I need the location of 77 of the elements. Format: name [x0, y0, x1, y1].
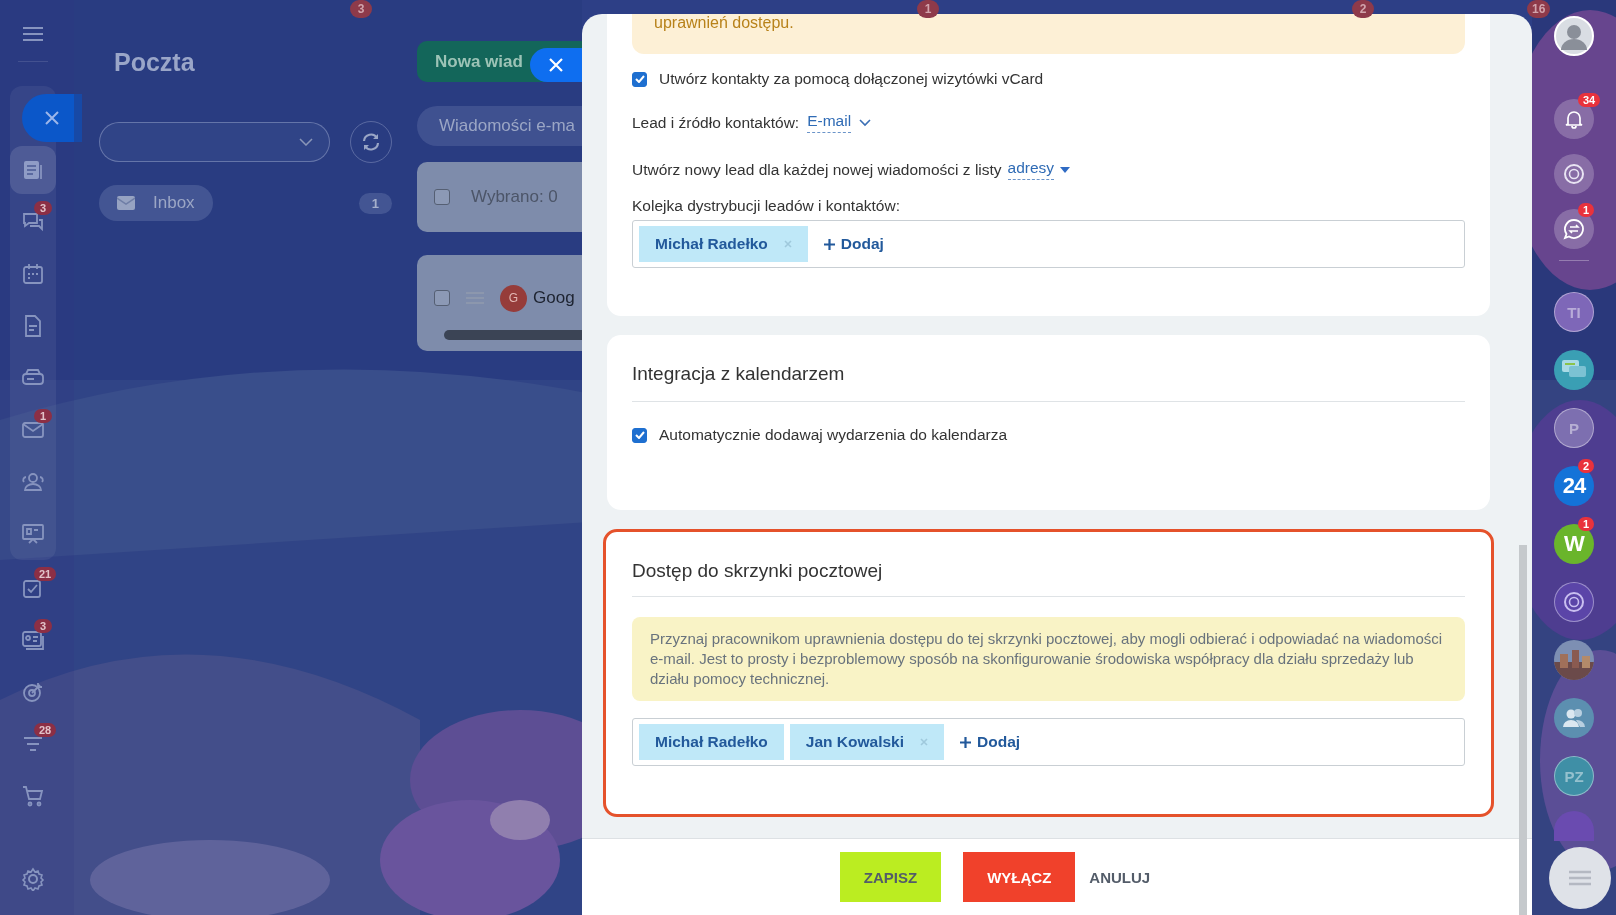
- scrollbar-thumb[interactable]: [1519, 545, 1527, 915]
- notification-badge: 3: [34, 201, 52, 215]
- checkbox[interactable]: [434, 290, 450, 306]
- horizontal-scrollbar[interactable]: [444, 329, 582, 340]
- sender-name: Goog: [533, 288, 575, 308]
- card-icon: [21, 628, 45, 652]
- feed-icon: [21, 158, 45, 182]
- field-label: Utwórz nowy lead dla każdej nowej wiadomości z listy: [632, 160, 1002, 179]
- notification-badge: 1: [34, 409, 52, 423]
- section-title: Dostęp do skrzynki pocztowej: [632, 560, 884, 582]
- section-title: Integracja z kalendarzem: [632, 363, 846, 385]
- inbox-folder[interactable]: Inbox: [99, 185, 213, 221]
- field-label: Lead i źródło kontaktów:: [632, 113, 800, 132]
- assistant-button[interactable]: [1554, 153, 1594, 194]
- checkbox[interactable]: [632, 427, 647, 443]
- cart-icon: [21, 784, 45, 808]
- checkbox-label: Automatycznie dodawaj wydarzenia do kalendarza: [659, 426, 1008, 444]
- selected-count: Wybrano: 0: [471, 187, 558, 207]
- chat-icon: [1563, 217, 1585, 240]
- mailbox-dropdown[interactable]: [99, 122, 330, 162]
- notification-badge: 3: [34, 619, 52, 633]
- checkbox[interactable]: [434, 189, 450, 205]
- nav-item[interactable]: 28: [10, 720, 56, 768]
- disable-button[interactable]: WYŁĄCZ: [963, 852, 1076, 902]
- plus-icon: [960, 736, 972, 748]
- warning-notice: uprawnień dostępu.: [632, 14, 1465, 54]
- notification-badge: 34: [1578, 93, 1601, 107]
- user-selector-field[interactable]: Michał Radełko Dodaj: [632, 220, 1465, 268]
- caret-down-icon: [1060, 166, 1071, 173]
- board-icon: [21, 522, 45, 546]
- nav-item[interactable]: 21: [10, 564, 56, 612]
- refresh-icon: [361, 132, 381, 152]
- people-icon: [1562, 708, 1586, 728]
- list-dropdown[interactable]: adresy: [1007, 159, 1055, 180]
- checkbox[interactable]: [632, 71, 647, 87]
- user-avatar[interactable]: [1554, 15, 1594, 56]
- chevron-down-icon: [299, 138, 313, 146]
- user-selector-field[interactable]: Michał Radełko Jan Kowalski Dodaj: [632, 718, 1465, 766]
- swirl-icon: [1563, 162, 1585, 185]
- nav-item[interactable]: 3: [10, 616, 56, 664]
- contacts-icon: [21, 470, 45, 494]
- nav-item[interactable]: 1: [10, 406, 56, 454]
- menu-icon[interactable]: [22, 26, 44, 42]
- notification-badge: 28: [34, 723, 57, 737]
- save-button[interactable]: ZAPISZ: [839, 852, 942, 902]
- nav-item[interactable]: 3: [10, 198, 56, 246]
- target-icon: [21, 680, 45, 704]
- user-tag[interactable]: Michał Radełko: [639, 724, 784, 760]
- bell-icon: [1564, 108, 1584, 129]
- cancel-button[interactable]: ANULUJ: [1085, 852, 1155, 902]
- user-tag[interactable]: Jan Kowalski: [789, 724, 945, 760]
- messenger-button[interactable]: [1554, 208, 1594, 249]
- chat-icon: [21, 210, 45, 234]
- close-button[interactable]: [22, 94, 82, 142]
- field-label: Kolejka dystrybucji leadów i kontaktów:: [632, 197, 901, 215]
- settings-icon[interactable]: [21, 867, 45, 891]
- swirl-icon: [1563, 591, 1585, 613]
- notifications-button[interactable]: [1554, 98, 1594, 139]
- notification-badge: 21: [34, 567, 57, 581]
- add-link[interactable]: Dodaj: [960, 733, 1021, 751]
- close-icon: [549, 58, 563, 72]
- envelope-icon: [117, 196, 135, 210]
- chevron-down-icon: [859, 118, 872, 127]
- calendar-icon: [21, 262, 45, 286]
- unread-count: 1: [358, 192, 392, 214]
- user-tag[interactable]: Michał Radełko: [639, 226, 808, 262]
- source-dropdown[interactable]: E-mail: [807, 112, 852, 133]
- info-notice: Przyznaj pracownikom uprawnienia dostępu do tej skrzynki pocztowej, aby mogli odbierać i odpowiadać na wiadomości e-mail. Jest to prosty i bezproblemowy sposób na skonfigurowanie środowiska współpracy dla działu sprzedaży lub działu pomocy technicznej.: [632, 617, 1465, 701]
- sender-avatar: G: [500, 284, 527, 312]
- close-button[interactable]: [530, 48, 582, 82]
- checkbox-label: Utwórz kontakty za pomocą dołączonej wizytówki vCard: [659, 70, 1044, 88]
- close-icon: [45, 111, 59, 125]
- nav-item[interactable]: [10, 146, 56, 194]
- add-link[interactable]: Dodaj: [823, 235, 884, 253]
- list-icon: [1569, 870, 1591, 886]
- page-title: Poczta: [114, 48, 196, 77]
- plus-icon: [823, 238, 835, 250]
